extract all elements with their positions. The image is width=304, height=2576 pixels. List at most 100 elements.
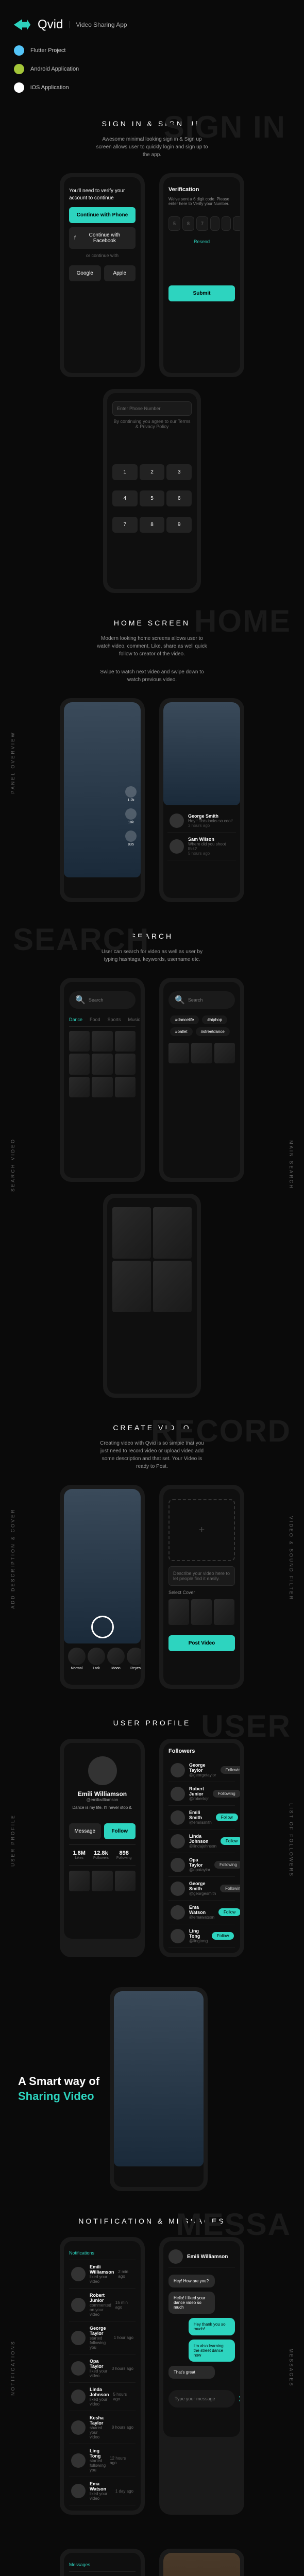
action-icon[interactable] <box>125 831 137 842</box>
cover-option[interactable] <box>191 1599 212 1625</box>
cover-option[interactable] <box>214 1599 234 1625</box>
keypad-key[interactable]: 6 <box>166 490 192 506</box>
video-thumb[interactable] <box>115 1031 136 1052</box>
avatar[interactable] <box>71 2484 86 2498</box>
video-thumb[interactable] <box>69 1031 90 1052</box>
avatar[interactable] <box>170 839 184 854</box>
follow-pill[interactable]: Follow <box>216 1814 238 1821</box>
video-feed[interactable] <box>163 2553 240 2576</box>
avatar[interactable] <box>71 2420 86 2435</box>
follow-pill[interactable]: Following <box>214 1861 240 1869</box>
stat-item[interactable]: 1.8MLikes <box>73 1850 86 1860</box>
avatar[interactable] <box>71 2389 86 2404</box>
video-thumb[interactable] <box>69 1054 90 1074</box>
phone-input[interactable]: Enter Phone Number <box>112 401 192 416</box>
google-button[interactable]: Google <box>69 265 101 281</box>
stat-item[interactable]: 12.8kFollowers <box>93 1850 109 1860</box>
action-icon[interactable] <box>125 786 137 798</box>
keypad-key[interactable]: 4 <box>112 490 138 506</box>
tab-messages[interactable]: Messages <box>69 2562 90 2567</box>
avatar[interactable] <box>171 1905 185 1920</box>
video-thumb[interactable] <box>115 1054 136 1074</box>
keypad-key[interactable]: 3 <box>166 464 192 480</box>
video-thumb[interactable] <box>168 1043 189 1063</box>
filter-option[interactable]: Lark <box>88 1648 105 1670</box>
follow-pill[interactable]: Following <box>221 1766 240 1774</box>
avatar[interactable] <box>168 2249 183 2264</box>
notification-item[interactable]: George Taylorstarted following you1 hour… <box>69 2321 136 2354</box>
hashtag-pill[interactable]: #dancelife <box>170 1015 199 1024</box>
video-thumb[interactable] <box>92 1054 112 1074</box>
notification-item[interactable]: Emili Williamsonliked your video2 min ag… <box>69 2260 136 2289</box>
post-button[interactable]: Post Video <box>168 1635 235 1651</box>
keypad-key[interactable]: 1 <box>112 464 138 480</box>
search-tab[interactable]: Food <box>90 1017 100 1022</box>
action-icon[interactable] <box>125 808 137 820</box>
keypad-key[interactable]: 2 <box>140 464 165 480</box>
otp-input[interactable] <box>222 216 231 231</box>
otp-input[interactable]: 8 <box>182 216 194 231</box>
video-thumb[interactable] <box>112 1207 151 1259</box>
video-thumb[interactable] <box>92 1077 112 1097</box>
follow-pill[interactable]: Following <box>220 1885 240 1892</box>
search-input[interactable]: 🔍 <box>69 991 136 1009</box>
record-button[interactable] <box>91 1616 114 1638</box>
search-tab[interactable]: Music <box>128 1017 141 1022</box>
video-thumb[interactable] <box>69 1077 90 1097</box>
otp-input[interactable]: 7 <box>196 216 208 231</box>
description-input[interactable]: Describe your video here to let people f… <box>168 1566 235 1586</box>
video-thumb[interactable] <box>153 1261 192 1312</box>
chat-input[interactable]: ➤ <box>168 2390 235 2408</box>
follow-button[interactable]: Follow <box>104 1823 136 1839</box>
avatar[interactable] <box>71 2331 86 2345</box>
upload-area[interactable]: + <box>168 1499 235 1561</box>
filter-option[interactable]: Moon <box>107 1648 125 1670</box>
camera-view[interactable] <box>64 1489 141 1643</box>
notification-item[interactable]: Ling Tongstarted following you12 hours a… <box>69 2444 136 2477</box>
apple-button[interactable]: Apple <box>104 265 136 281</box>
phone-signin-button[interactable]: Continue with Phone <box>69 207 136 223</box>
notification-item[interactable]: Opa Taylorliked your video3 hours ago <box>69 2354 136 2383</box>
avatar[interactable] <box>71 2453 86 2468</box>
avatar[interactable] <box>171 1834 185 1849</box>
avatar[interactable] <box>171 1882 185 1896</box>
keypad-key[interactable]: 8 <box>140 517 165 533</box>
tab-notifications[interactable]: Notifications <box>69 2250 94 2256</box>
avatar[interactable] <box>171 1858 185 1872</box>
otp-input[interactable]: 5 <box>168 216 180 231</box>
follow-pill[interactable]: Follow <box>221 1837 240 1845</box>
notification-item[interactable]: Ema Watsonliked your video1 day ago <box>69 2477 136 2505</box>
avatar[interactable] <box>71 2267 86 2281</box>
search-input[interactable]: 🔍 <box>168 991 235 1009</box>
hashtag-pill[interactable]: #hiphop <box>202 1015 227 1024</box>
search-tab[interactable]: Dance <box>69 1017 82 1022</box>
video-feed[interactable] <box>163 702 240 805</box>
avatar[interactable] <box>88 1756 117 1785</box>
avatar[interactable] <box>71 2361 86 2376</box>
avatar[interactable] <box>71 2298 86 2312</box>
keypad-key[interactable]: 7 <box>112 517 138 533</box>
avatar[interactable] <box>171 1763 185 1777</box>
video-thumb[interactable] <box>191 1043 212 1063</box>
avatar[interactable] <box>171 1810 185 1825</box>
message-button[interactable]: Message <box>69 1823 101 1839</box>
keypad-key[interactable]: 5 <box>140 490 165 506</box>
keypad-key[interactable]: 9 <box>166 517 192 533</box>
send-icon[interactable]: ➤ <box>238 2394 240 2404</box>
video-thumb[interactable] <box>112 1261 151 1312</box>
chat-item[interactable]: Emili WilliamsonHey! How are you?Today 1… <box>69 2572 136 2576</box>
video-thumb[interactable] <box>153 1207 192 1259</box>
avatar[interactable] <box>170 814 184 828</box>
video-thumb[interactable] <box>115 1871 136 1891</box>
submit-button[interactable]: Submit <box>168 285 235 301</box>
video-feed[interactable] <box>114 1991 204 2166</box>
hashtag-pill[interactable]: #streetdance <box>196 1027 230 1036</box>
video-feed[interactable]: 1.2k18k835 <box>64 702 141 877</box>
otp-input[interactable] <box>210 216 219 231</box>
video-thumb[interactable] <box>92 1871 112 1891</box>
search-tab[interactable]: Sports <box>108 1017 121 1022</box>
video-thumb[interactable] <box>92 1031 112 1052</box>
facebook-signin-button[interactable]: fContinue with Facebook <box>69 227 136 249</box>
resend-link[interactable]: Resend <box>168 239 235 244</box>
filter-option[interactable]: Normal <box>68 1648 86 1670</box>
